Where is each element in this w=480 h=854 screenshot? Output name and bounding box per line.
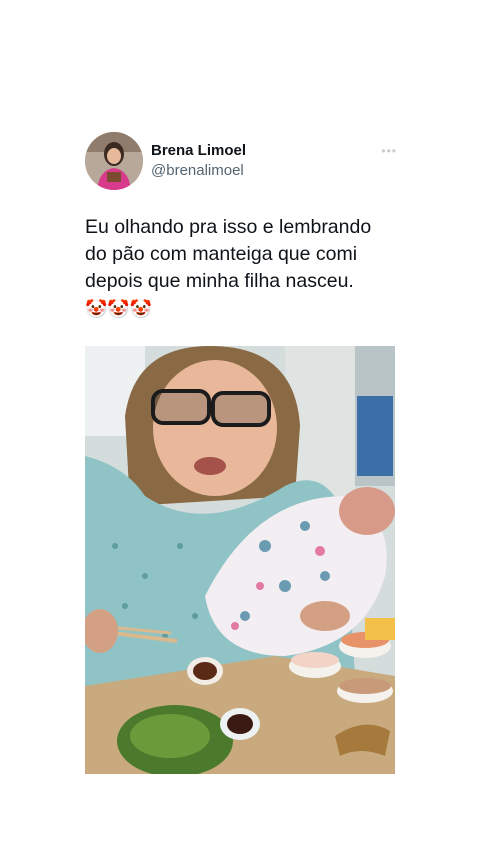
tweet-header: Brena Limoel @brenalimoel ••• [85,132,397,190]
tweet-card: Brena Limoel @brenalimoel ••• Eu olhando… [85,132,397,321]
tweet-emojis: 🤡🤡🤡 [85,299,153,319]
tweet-text: Eu olhando pra isso e lembrando do pão c… [85,216,372,292]
more-options-icon[interactable]: ••• [381,144,397,158]
video-frame [85,346,395,774]
author-names: Brena Limoel @brenalimoel [151,141,246,181]
avatar[interactable] [85,132,143,190]
display-name[interactable]: Brena Limoel [151,141,246,161]
avatar-image [85,132,143,190]
username-handle[interactable]: @brenalimoel [151,161,246,181]
tweet-media-video[interactable] [85,346,395,774]
